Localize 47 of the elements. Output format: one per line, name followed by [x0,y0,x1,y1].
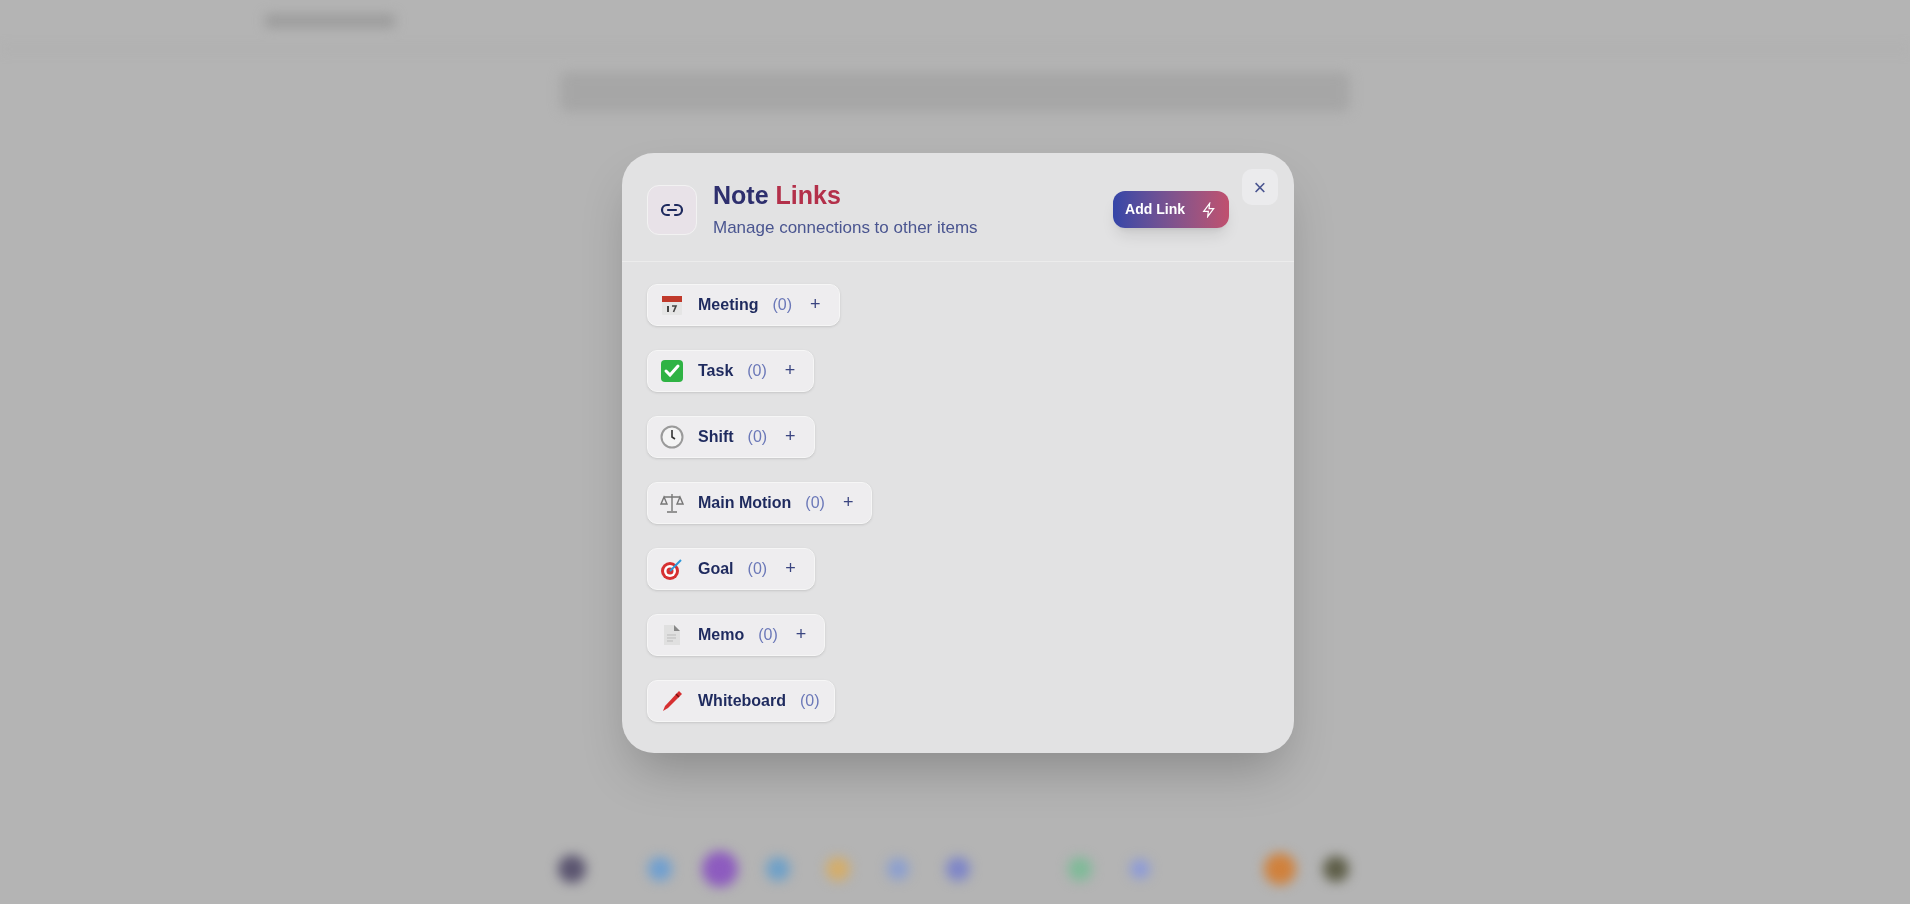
dialog-title: Note Links [713,180,842,211]
blurred-dock-icon [946,857,970,881]
close-button[interactable]: × [1242,169,1278,205]
link-type-chip[interactable]: Whiteboard (0) [647,679,835,722]
add-link-button[interactable]: Add Link [1113,191,1229,229]
blurred-dock-icon [1264,853,1296,885]
add-link-type-button[interactable]: + [838,489,858,516]
link-type-chip[interactable]: Meeting (0) + [647,283,840,326]
link-count: (0) [772,294,792,315]
link-type-label: Task [698,360,734,381]
blurred-dock-icon [887,858,909,880]
dialog-subtitle: Manage connections to other items [713,217,978,239]
link-count: (0) [747,360,767,381]
blurred-dock-icon [1068,857,1092,881]
add-link-type-button[interactable]: + [806,291,825,318]
link-type-chip[interactable]: Main Motion (0) + [647,481,873,524]
target-icon [660,556,684,581]
blurred-dock-icon [766,857,790,881]
crayon-icon [660,688,684,713]
blurred-dock-icon [1323,856,1349,882]
lightning-icon [1201,201,1217,218]
add-link-type-button[interactable]: + [781,423,800,450]
link-count: (0) [800,690,820,711]
add-link-type-button[interactable]: + [780,357,800,384]
blurred-dock-icon [558,855,586,883]
add-link-type-button[interactable]: + [781,555,800,582]
link-count: (0) [805,492,825,513]
link-type-label: Main Motion [698,492,792,513]
blurred-dock-icon [648,857,672,881]
link-type-chip[interactable]: Task (0) + [647,349,815,392]
link-type-chip[interactable]: Shift (0) + [647,415,815,458]
link-count: (0) [747,558,768,579]
link-count: (0) [758,624,778,645]
blurred-dock-icon [826,857,850,881]
link-type-label: Shift [698,426,734,447]
link-type-label: Goal [698,558,734,579]
blurred-dock-icon [1130,859,1150,879]
link-count: (0) [747,426,768,447]
add-link-type-button[interactable]: + [791,621,811,648]
clock-icon [660,424,684,449]
blurred-dock-icon [702,851,738,887]
link-type-chip[interactable]: Goal (0) + [647,547,815,590]
link-type-chip[interactable]: Memo (0) + [647,613,826,656]
link-type-label: Whiteboard [698,690,786,711]
link-type-label: Memo [698,624,745,645]
checkmark-icon [660,358,684,383]
link-type-label: Meeting [698,294,759,315]
